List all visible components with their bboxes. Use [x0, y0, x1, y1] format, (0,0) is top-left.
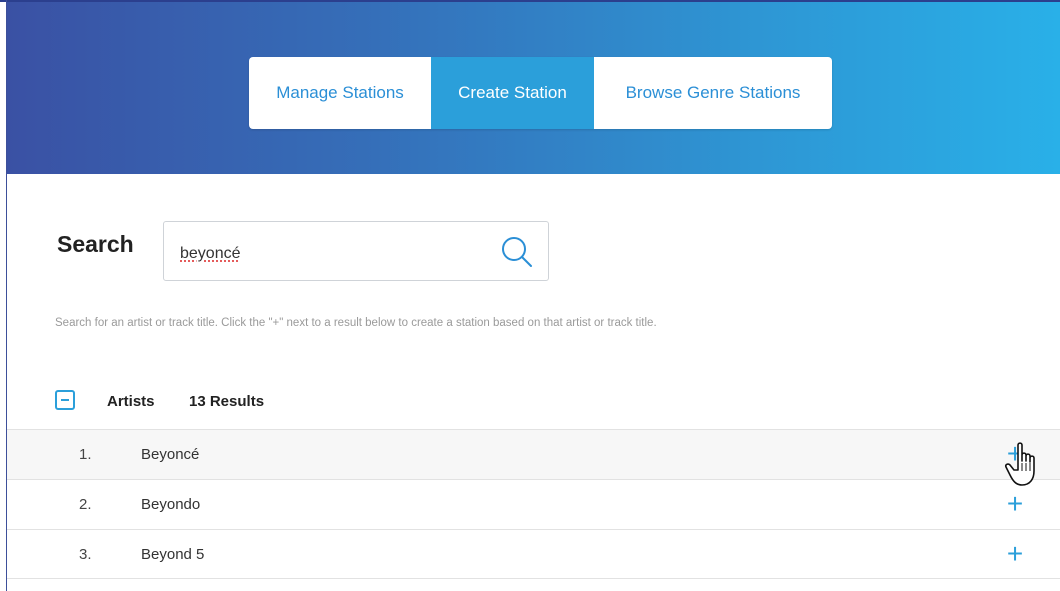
tab-manage-stations[interactable]: Manage Stations: [249, 57, 431, 129]
results-list: 1. Beyoncé + 2. Beyondo + 3. Beyond 5 +: [7, 429, 1060, 579]
search-input[interactable]: [180, 242, 480, 266]
item-name: Beyond 5: [141, 546, 205, 563]
list-item: 2. Beyondo +: [7, 479, 1060, 529]
item-name: Beyondo: [141, 496, 201, 513]
tab-browse-genre-stations[interactable]: Browse Genre Stations: [594, 57, 832, 129]
item-number: 2.: [79, 496, 92, 513]
results-count: 13 Results: [189, 393, 265, 410]
search-label: Search: [57, 231, 134, 257]
search-helper-text: Search for an artist or track title. Cli…: [55, 317, 657, 329]
add-station-button[interactable]: +: [1003, 440, 1027, 468]
item-number: 3.: [79, 546, 92, 563]
section-title: Artists: [107, 393, 155, 410]
tab-create-station[interactable]: Create Station: [431, 57, 594, 129]
station-tabs: Manage Stations Create Station Browse Ge…: [249, 57, 832, 129]
add-station-button[interactable]: +: [1003, 490, 1027, 518]
add-station-button[interactable]: +: [1003, 540, 1027, 568]
collapse-minus-icon[interactable]: [55, 390, 75, 410]
list-item: 1. Beyoncé +: [7, 429, 1060, 479]
list-item: 3. Beyond 5 +: [7, 529, 1060, 579]
item-number: 1.: [79, 446, 92, 463]
search-box: [163, 221, 549, 281]
artists-section-header: Artists 13 Results: [55, 390, 455, 412]
search-icon[interactable]: [500, 235, 534, 269]
item-name: Beyoncé: [141, 446, 200, 463]
